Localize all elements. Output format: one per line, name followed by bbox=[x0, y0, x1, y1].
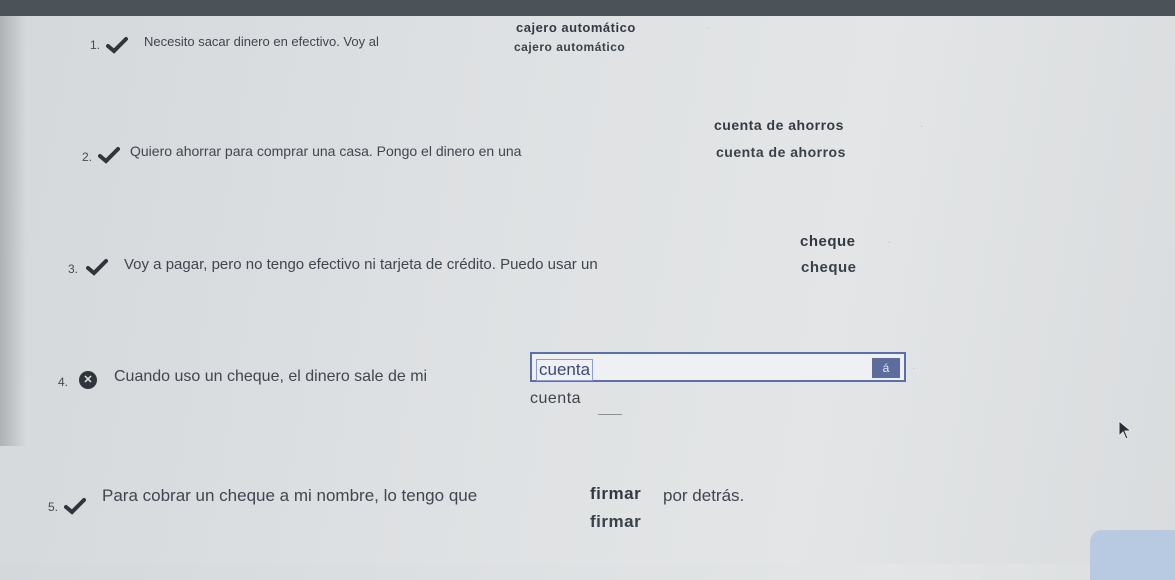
question-number: 5. bbox=[48, 500, 59, 514]
answer-text: cuenta de ahorros bbox=[714, 117, 844, 133]
check-icon bbox=[86, 259, 108, 276]
correct-answer: firmar bbox=[590, 512, 642, 531]
next-button[interactable] bbox=[1090, 530, 1175, 580]
question-prompt: Para cobrar un cheque a mi nombre, lo te… bbox=[102, 486, 478, 505]
accent-a-button[interactable]: á bbox=[872, 358, 900, 378]
answer-input-value[interactable]: cuenta bbox=[536, 359, 594, 381]
question-number: 2. bbox=[82, 150, 93, 164]
top-bar bbox=[0, 0, 1175, 16]
question-number: 1. bbox=[90, 38, 101, 52]
check-icon bbox=[64, 498, 86, 515]
correct-answer: cuenta de ahorros bbox=[716, 144, 846, 160]
correct-answer: cajero automático bbox=[514, 40, 626, 54]
check-icon bbox=[106, 37, 128, 54]
trailing-text: . bbox=[888, 234, 892, 246]
question-number: 4. bbox=[58, 375, 69, 389]
question-number: 3. bbox=[68, 262, 79, 276]
question-prompt: Cuando uso un cheque, el dinero sale de … bbox=[114, 368, 428, 385]
question-prompt: Necesito sacar dinero en efectivo. Voy a… bbox=[144, 34, 379, 49]
incorrect-icon: ✕ bbox=[79, 371, 97, 389]
correct-answer: cheque bbox=[801, 259, 857, 276]
mouse-cursor-icon bbox=[1118, 420, 1132, 440]
correct-answer: cuenta bbox=[530, 390, 582, 407]
trailing-text: por detrás. bbox=[663, 486, 745, 505]
check-icon bbox=[98, 147, 120, 164]
question-prompt: Voy a pagar, pero no tengo efectivo ni t… bbox=[124, 256, 598, 273]
answer-input[interactable]: cuenta á bbox=[530, 352, 906, 382]
trailing-text: . bbox=[912, 360, 916, 372]
trailing-text: . bbox=[706, 20, 710, 32]
left-shade bbox=[0, 16, 26, 446]
question-prompt: Quiero ahorrar para comprar una casa. Po… bbox=[130, 143, 522, 159]
trailing-text: . bbox=[920, 118, 924, 130]
answer-text: cheque bbox=[800, 233, 856, 250]
answer-text: firmar bbox=[590, 484, 642, 503]
answer-text: cajero automático bbox=[516, 20, 636, 35]
underline-divider bbox=[598, 414, 622, 415]
